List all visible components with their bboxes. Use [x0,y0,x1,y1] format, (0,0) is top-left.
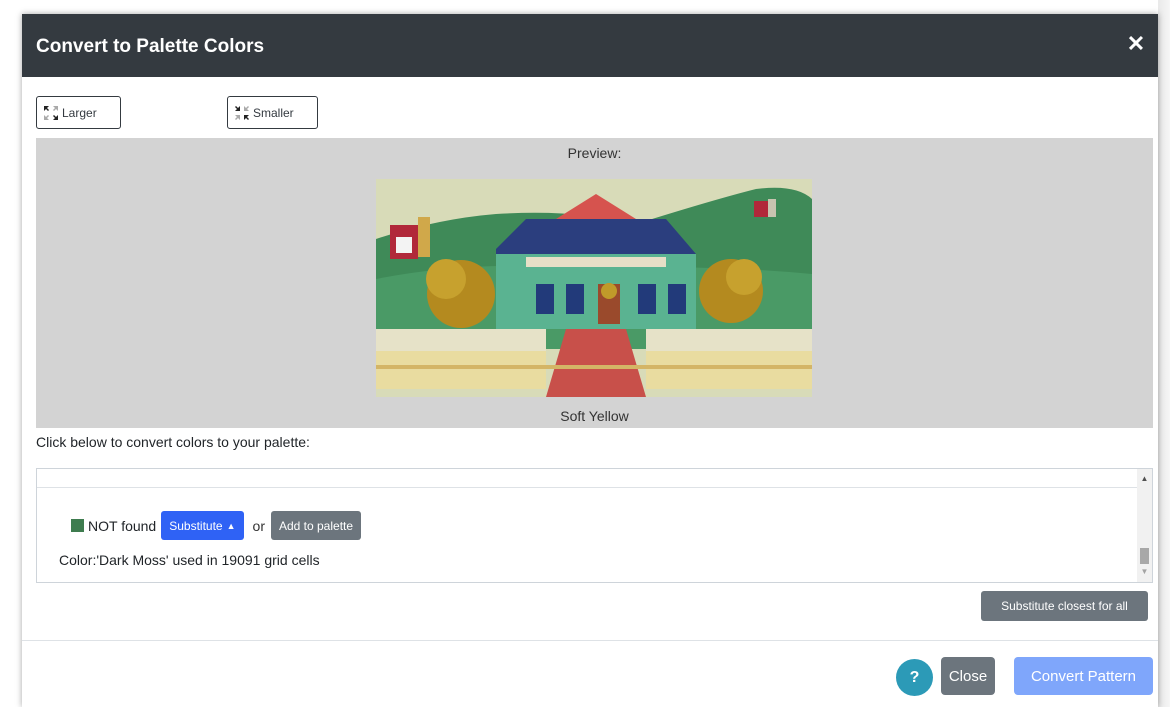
list-item-partial [37,469,1137,488]
footer-divider [22,640,1158,641]
smaller-label: Smaller [253,105,294,120]
color-usage-text: Color:'Dark Moss' used in 19091 grid cel… [59,552,320,568]
status-text: NOT found [88,517,157,534]
dialog-title: Convert to Palette Colors [36,36,265,57]
caret-up-icon: ▲ [226,520,236,531]
color-entry: NOT found Substitute ▲ or Add to palette [71,511,362,540]
help-button[interactable]: ? [896,659,933,696]
preview-label: Preview: [567,145,622,161]
dialog-header: Convert to Palette Colors ✕ [22,14,1158,77]
preview-caption: Soft Yellow [560,408,629,424]
close-button[interactable]: Close [941,657,995,695]
page-edge [1158,0,1170,707]
color-swatch [71,519,84,532]
convert-palette-dialog: Convert to Palette Colors ✕ Larger Small… [22,14,1158,707]
smaller-button[interactable]: Smaller [227,96,318,129]
scroll-up-icon[interactable]: ▲ [1137,473,1152,485]
scroll-down-icon[interactable]: ▼ [1137,566,1152,578]
pattern-preview-image [376,179,812,397]
larger-label: Larger [62,105,97,120]
add-to-palette-button[interactable]: Add to palette [270,511,362,540]
substitute-dropdown-button[interactable]: Substitute ▲ [161,511,244,540]
substitute-label: Substitute [169,518,223,533]
instructions-text: Click below to convert colors to your pa… [36,434,310,450]
color-list[interactable]: NOT found Substitute ▲ or Add to palette… [36,468,1153,583]
expand-icon [44,105,58,120]
larger-button[interactable]: Larger [36,96,121,129]
compress-icon [235,105,249,120]
or-text: or [252,517,265,534]
convert-pattern-button[interactable]: Convert Pattern [1014,657,1153,695]
scroll-thumb[interactable] [1140,548,1149,564]
preview-panel: Preview: Soft Yellow [36,138,1153,428]
list-scrollbar[interactable]: ▲ ▼ [1137,469,1152,582]
close-icon[interactable]: ✕ [1126,33,1146,55]
substitute-all-button[interactable]: Substitute closest for all [981,591,1148,621]
